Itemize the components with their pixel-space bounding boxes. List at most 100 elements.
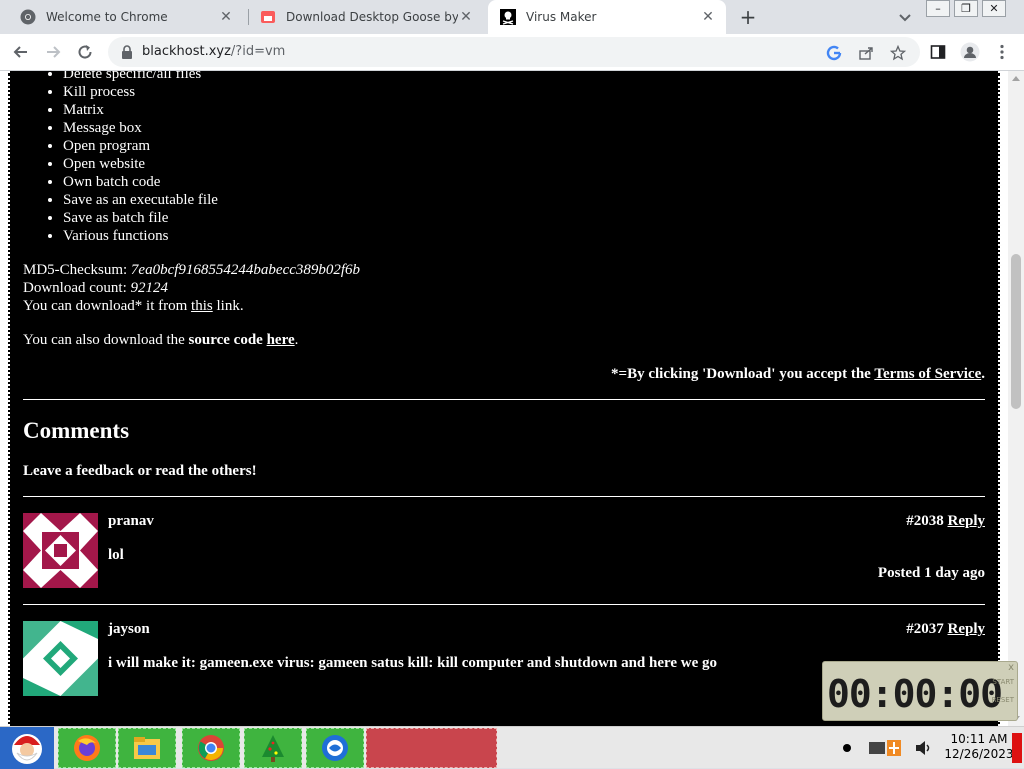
list-item: Delete specific/all files: [63, 71, 985, 83]
comment-posted: Posted 1 day ago: [877, 565, 985, 581]
close-tab-icon[interactable]: ✕: [218, 9, 234, 25]
tos-text: *=By clicking 'Download' you accept the: [611, 366, 871, 382]
tos-text-end: .: [981, 366, 985, 382]
list-item: Save as an executable file: [63, 191, 985, 209]
taskbar-app-blue[interactable]: [306, 728, 364, 768]
taskbar-file-explorer[interactable]: [118, 728, 176, 768]
volume-icon[interactable]: [913, 738, 933, 758]
santa-start-icon: [12, 734, 42, 764]
tos-link[interactable]: Terms of Service: [874, 366, 981, 382]
page-body: Delete specific/all files Kill process M…: [8, 71, 1000, 726]
source-text-end: .: [294, 332, 299, 348]
firefox-icon: [74, 735, 100, 761]
christmas-tree-icon: [262, 735, 284, 762]
list-item: Matrix: [63, 101, 985, 119]
timer-reset-button[interactable]: RESET: [992, 696, 1014, 704]
download-line: You can download* it from this link.: [23, 297, 985, 315]
close-tab-icon[interactable]: ✕: [458, 9, 474, 25]
close-window-button[interactable]: ✕: [982, 0, 1006, 17]
clock-date: 12/26/2023: [944, 747, 1014, 761]
avatar: [23, 621, 98, 696]
tab-welcome[interactable]: Welcome to Chrome ✕: [8, 0, 244, 34]
tab-title: Download Desktop Goose by sa: [286, 10, 458, 24]
taskbar-clock[interactable]: 10:11 AM 12/26/2023: [944, 732, 1014, 762]
window-controls: – ❐ ✕: [926, 0, 1010, 18]
page-viewport: Delete specific/all files Kill process M…: [0, 71, 1008, 726]
browser-toolbar: blackhost.xyz/?id=vm: [0, 34, 1024, 71]
comment-number: #2038: [906, 513, 944, 529]
taskbar: 10:11 AM 12/26/2023: [0, 726, 1024, 769]
list-item: Open website: [63, 155, 985, 173]
tab-title: Virus Maker: [526, 10, 597, 24]
menu-kebab-icon[interactable]: [990, 40, 1014, 64]
itch-icon: [260, 9, 276, 25]
restore-button[interactable]: ❐: [954, 0, 978, 17]
download-count-value: 92124: [130, 280, 168, 296]
checksum-value: 7ea0bcf9168554244babecc389b02f6b: [130, 262, 361, 278]
tray-network-icon[interactable]: [867, 738, 907, 758]
download-text: You can download* it from: [23, 298, 188, 314]
comment-author: jayson: [108, 621, 150, 637]
list-item: Save as batch file: [63, 209, 985, 227]
list-item: Kill process: [63, 83, 985, 101]
tab-strip: Welcome to Chrome ✕ Download Desktop Goo…: [0, 0, 1024, 34]
folder-icon: [134, 737, 160, 759]
scrollbar-thumb[interactable]: [1011, 254, 1021, 409]
start-button[interactable]: [0, 727, 54, 769]
google-lens-icon[interactable]: [824, 43, 844, 63]
reload-icon[interactable]: [73, 40, 97, 64]
checksum-label: MD5-Checksum:: [23, 262, 128, 278]
tray-dot-icon[interactable]: [843, 744, 851, 752]
share-icon[interactable]: [856, 43, 876, 63]
source-text: You can also download the: [23, 332, 185, 348]
clock-time: 10:11 AM: [950, 732, 1008, 746]
skull-flag-icon: [500, 9, 516, 25]
system-tray: [843, 727, 933, 769]
tab-desktop-goose[interactable]: Download Desktop Goose by sa ✕: [248, 0, 484, 34]
reply-link[interactable]: Reply: [948, 513, 986, 529]
new-tab-button[interactable]: +: [736, 5, 760, 29]
taskbar-christmas-tree[interactable]: [244, 728, 302, 768]
scroll-up-icon[interactable]: [1012, 76, 1020, 81]
page-scrollbar[interactable]: [1008, 71, 1024, 726]
chrome-icon: [198, 735, 224, 761]
timer-close-button[interactable]: x: [1008, 662, 1014, 673]
taskbar-chrome[interactable]: [182, 728, 240, 768]
checksum-line: MD5-Checksum: 7ea0bcf9168554244babecc389…: [23, 261, 985, 279]
source-code-link[interactable]: here: [267, 332, 295, 348]
download-link[interactable]: this: [191, 298, 213, 314]
source-code-line: You can also download the source code he…: [23, 331, 985, 349]
timer-widget[interactable]: 00:00:00 x START RESET: [822, 661, 1018, 721]
forward-icon[interactable]: [41, 40, 65, 64]
download-count-line: Download count: 92124: [23, 279, 985, 297]
taskbar-active-window[interactable]: [366, 728, 497, 768]
comment-author: pranav: [108, 513, 154, 529]
chrome-icon: [20, 9, 36, 25]
back-icon[interactable]: [9, 40, 33, 64]
comments-heading: Comments: [23, 418, 130, 443]
taskbar-firefox[interactable]: [58, 728, 116, 768]
timer-display: 00:00:00: [827, 672, 1003, 716]
comment-meta: #2037 Reply: [906, 621, 985, 638]
timer-start-button[interactable]: START: [992, 678, 1014, 686]
download-count-label: Download count:: [23, 280, 127, 296]
minimize-button[interactable]: –: [926, 0, 950, 17]
list-item: Message box: [63, 119, 985, 137]
lock-icon[interactable]: [120, 44, 134, 60]
list-item: Open program: [63, 137, 985, 155]
url-host: blackhost.xyz: [142, 44, 231, 59]
tab-title: Welcome to Chrome: [46, 10, 168, 24]
comments-subheading: Leave a feedback or read the others!: [23, 463, 257, 479]
feature-list: Delete specific/all files Kill process M…: [63, 71, 985, 245]
comment-text: lol: [108, 547, 124, 563]
close-tab-icon[interactable]: ✕: [700, 9, 716, 25]
url-text: blackhost.xyz/?id=vm: [142, 44, 285, 59]
bookmark-star-icon[interactable]: [888, 43, 908, 63]
side-panel-icon[interactable]: [926, 40, 950, 64]
tab-search-icon[interactable]: [894, 6, 916, 28]
profile-avatar-icon[interactable]: [958, 40, 982, 64]
reply-link[interactable]: Reply: [948, 621, 986, 637]
notification-indicator[interactable]: [1012, 733, 1022, 763]
tab-virus-maker[interactable]: Virus Maker ✕: [488, 0, 726, 34]
address-bar[interactable]: blackhost.xyz/?id=vm: [108, 37, 920, 67]
